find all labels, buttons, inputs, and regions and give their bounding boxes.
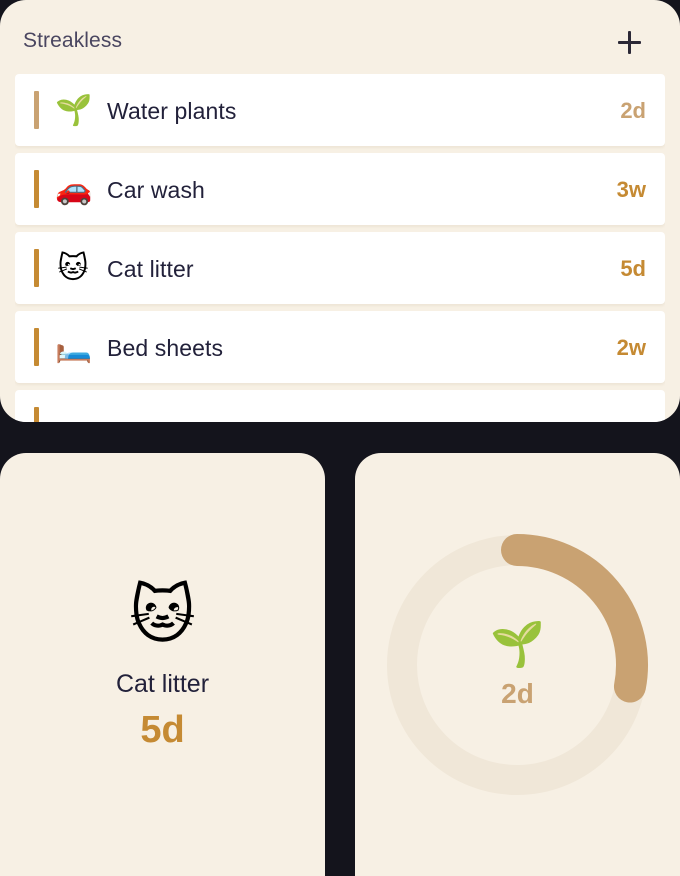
task-row[interactable]: 🚗 Car wash 3w [15, 153, 665, 225]
cat-icon: 🐱 [57, 252, 89, 285]
task-icon [55, 409, 91, 422]
single-task-age: 5d [140, 709, 185, 751]
task-name: Car wash [107, 177, 205, 203]
plant-icon: 🌱 [55, 94, 93, 127]
single-task-widget[interactable]: 🐱 Cat litter 5d [0, 453, 325, 876]
bed-icon: 🛏️ [55, 331, 93, 364]
cat-icon: 🐱 [129, 579, 196, 651]
task-age: 2w [616, 335, 646, 360]
ring-progress-widget[interactable]: 🌱 2d [355, 453, 680, 876]
task-age: 3w [616, 177, 646, 202]
task-row[interactable] [15, 390, 665, 422]
task-list[interactable]: 🌱 Water plants 2d 🚗 Car wash 3w 🐱 Cat li… [15, 74, 665, 422]
task-row[interactable]: 🛏️ Bed sheets 2w [15, 311, 665, 383]
task-accent-bar [34, 170, 39, 208]
task-accent-bar [34, 407, 39, 422]
task-name: Cat litter [107, 256, 194, 282]
task-row[interactable]: 🐱 Cat litter 5d [15, 232, 665, 304]
task-row[interactable]: 🌱 Water plants 2d [15, 74, 665, 146]
task-accent-bar [34, 91, 39, 129]
add-task-button[interactable] [606, 20, 652, 66]
single-task-name: Cat litter [115, 670, 210, 698]
task-accent-bar [34, 328, 39, 366]
ring-task-age: 2d [501, 678, 534, 709]
task-accent-bar [34, 249, 39, 287]
car-icon: 🚗 [55, 173, 93, 206]
task-age: 5d [620, 256, 646, 281]
task-age: 2d [620, 98, 646, 123]
plant-icon: 🌱 [490, 620, 545, 669]
task-list-widget: Streakless 🌱 Water plants 2d 🚗 Car wash … [0, 0, 680, 422]
app-title: Streakless [23, 29, 123, 52]
task-name: Bed sheets [107, 335, 224, 361]
task-name: Water plants [107, 98, 237, 124]
plus-icon-vertical [628, 31, 631, 54]
